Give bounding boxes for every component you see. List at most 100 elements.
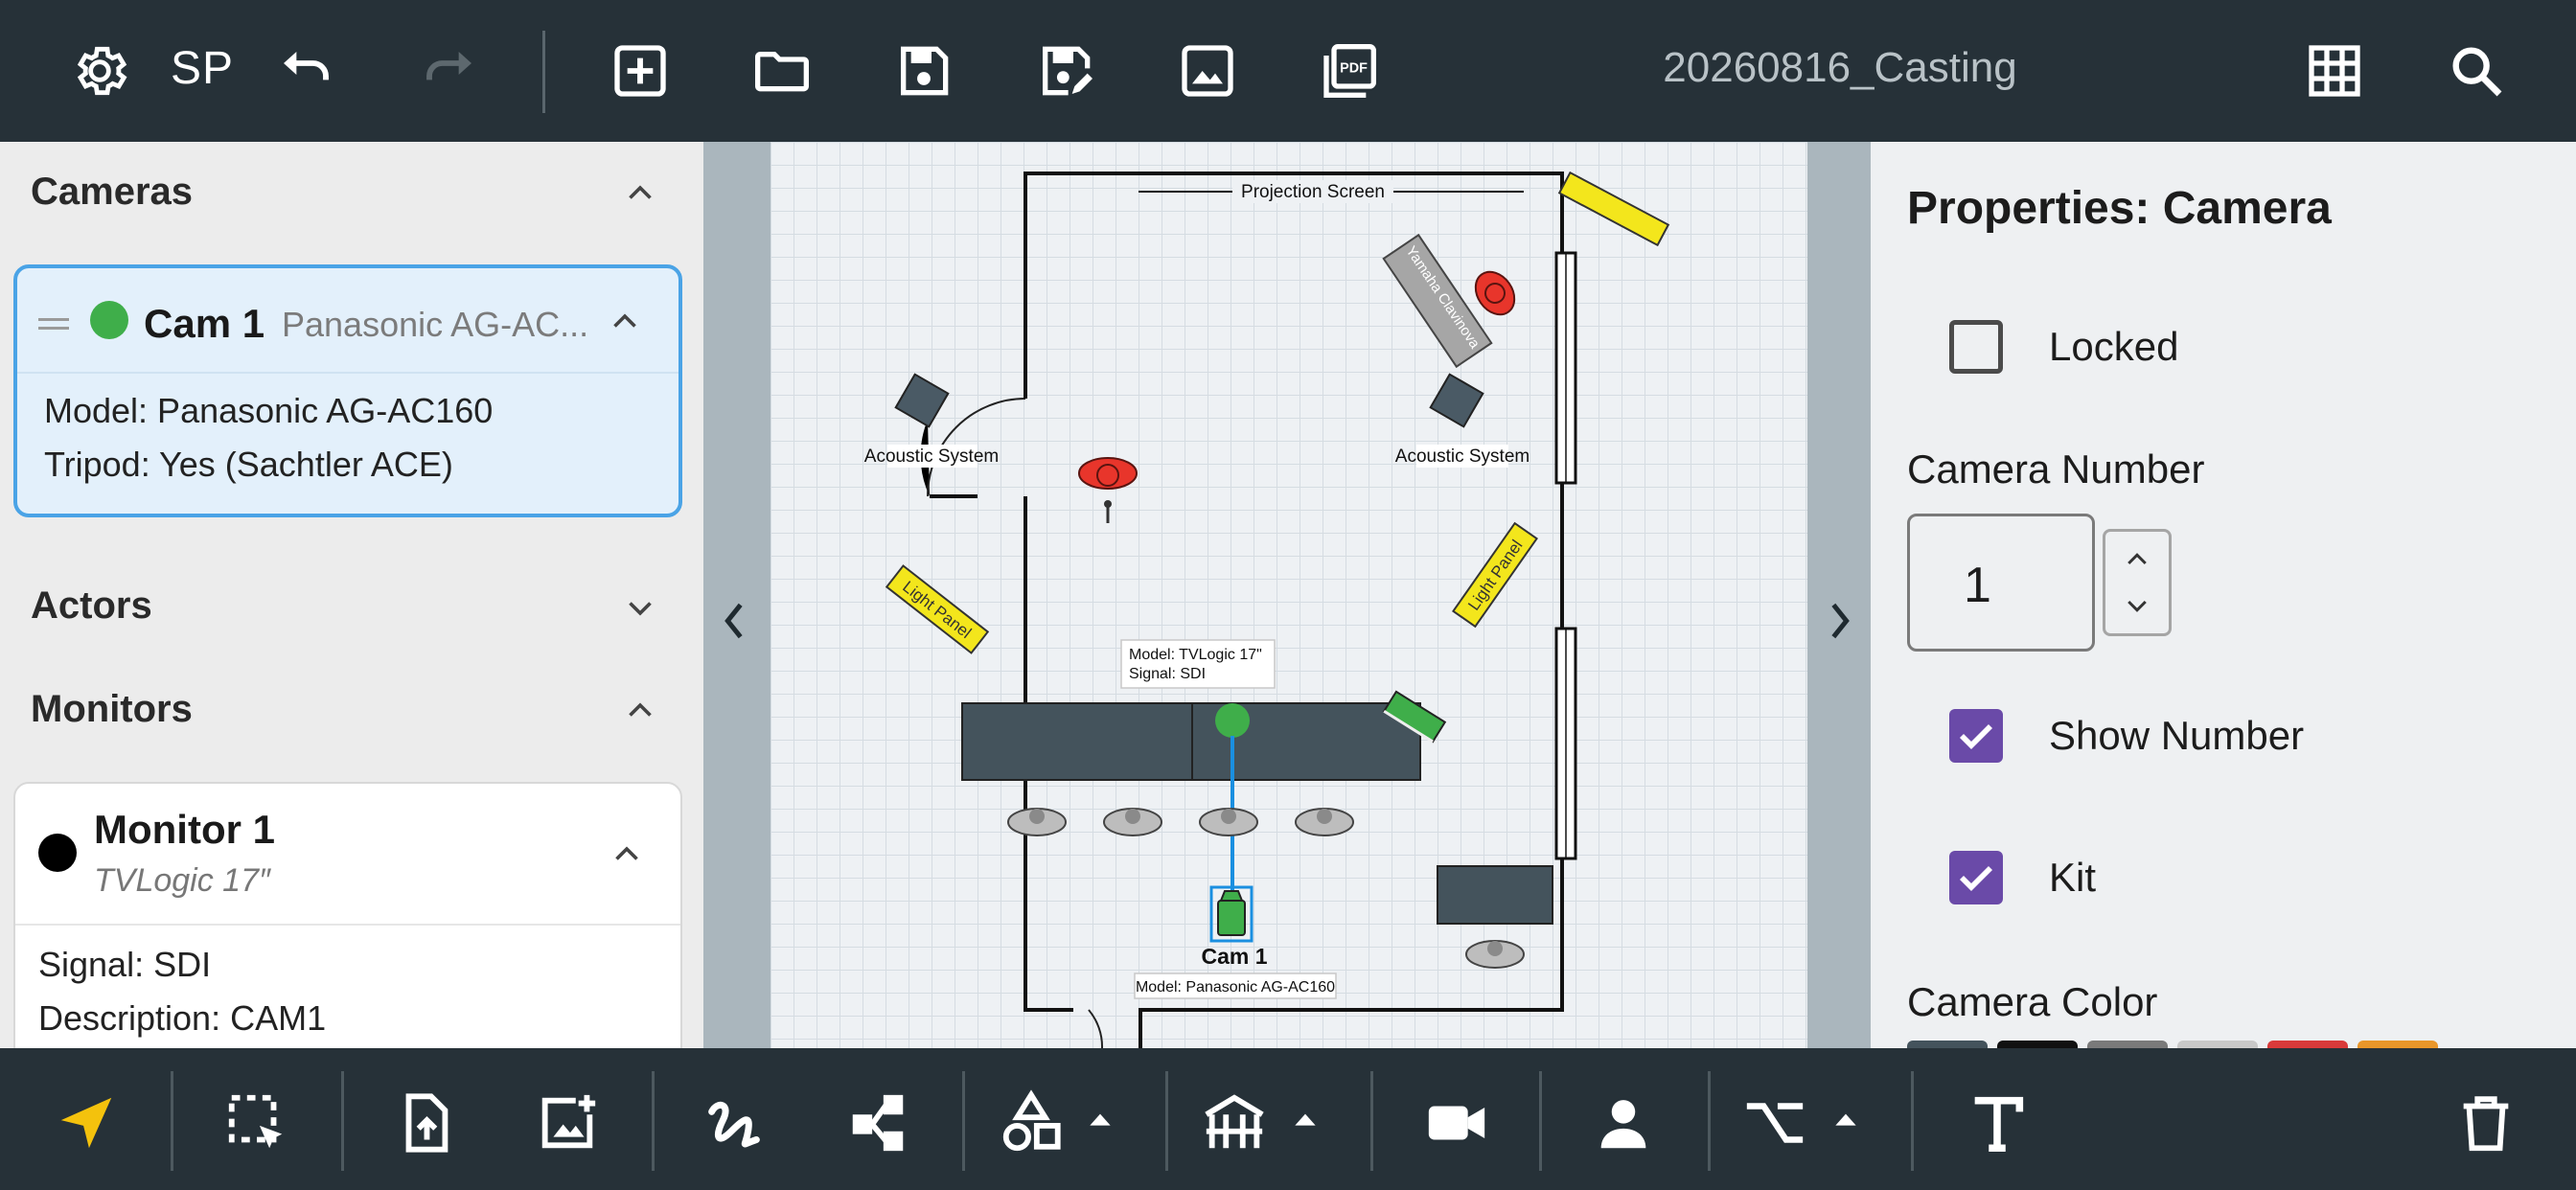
cameras-section-header[interactable]: Cameras [0,142,703,243]
show-number-label: Show Number [2049,713,2305,758]
light-panel-right[interactable]: Light Panel [1452,521,1538,629]
save-icon[interactable] [882,29,966,113]
text-icon[interactable] [1957,1083,2037,1163]
redo-icon[interactable] [406,29,491,113]
caret-up-icon[interactable] [1830,1108,1861,1131]
marquee-select-icon[interactable] [217,1083,297,1163]
add-image-icon[interactable] [527,1083,608,1163]
camera-number-input[interactable]: 1 [1907,514,2095,652]
spotlight-center[interactable] [1078,457,1138,490]
floorplan-grid: Projection Screen Yamaha Clavinova Acous… [770,142,1807,1048]
left-sidebar: Cameras Cam 1 Panasonic AG-AC... Model: … [0,142,703,1048]
drag-handle-icon[interactable] [38,318,69,332]
camera-name: Cam 1 [144,301,265,346]
camera-tripod-line: Tripod: Yes (Sachtler ACE) [44,445,453,484]
caret-up-icon[interactable] [1085,1108,1116,1131]
chevron-right-icon[interactable] [1821,592,1859,650]
camera-card[interactable]: Cam 1 Panasonic AG-AC... Model: Panasoni… [13,264,682,517]
color-swatch[interactable] [2087,1041,2168,1048]
chevron-left-icon[interactable] [715,592,753,650]
projection-screen-label: Projection Screen [1241,182,1385,202]
person-icon[interactable] [1583,1083,1664,1163]
chevron-up-icon[interactable] [623,176,657,211]
monitor-card[interactable]: Monitor 1 TVLogic 17″ Signal: SDI Descri… [13,782,682,1048]
structure-icon[interactable] [1194,1083,1275,1163]
camera-icon[interactable] [1416,1083,1497,1163]
chevron-down-icon[interactable] [623,590,657,625]
pointer-icon[interactable] [46,1083,126,1163]
kit-checkbox[interactable] [1949,851,2003,904]
camera-color-label: Camera Color [1907,979,2158,1024]
locked-checkbox[interactable] [1949,320,2003,374]
color-swatch[interactable] [1907,1041,1988,1048]
camera-target-point[interactable] [1215,703,1250,738]
cameras-section-title: Cameras [31,171,194,213]
color-swatch[interactable] [1997,1041,2078,1048]
desk-small[interactable] [1437,865,1553,925]
stool[interactable] [1103,808,1162,836]
camera-number-stepper[interactable] [2103,529,2172,636]
grid-icon[interactable] [2292,29,2377,113]
color-swatch[interactable] [2267,1041,2348,1048]
shapes-icon[interactable] [991,1083,1071,1163]
chevron-down-icon[interactable] [2123,595,2151,618]
camera-number-label: Camera Number [1907,446,2205,492]
toolbar-divider [542,31,545,113]
checkmark-icon [1959,865,1993,892]
light-bar[interactable] [1557,171,1670,247]
chevron-up-icon[interactable] [608,305,642,339]
floorplan-canvas[interactable]: Projection Screen Yamaha Clavinova Acous… [703,142,1871,1048]
acoustic-right-label: Acoustic System [1395,446,1530,467]
acoustic-speaker-right[interactable] [1429,373,1484,428]
gear-icon[interactable] [58,29,142,113]
user-initials[interactable]: SP [171,42,234,95]
light-panel-left[interactable]: Light Panel [885,564,990,654]
actors-section-header[interactable]: Actors [0,556,703,657]
search-icon[interactable] [2434,29,2518,113]
path-icon[interactable] [1735,1083,1815,1163]
caret-up-icon[interactable] [1290,1108,1321,1131]
acoustic-left-label: Acoustic System [864,446,999,467]
trash-icon[interactable] [2446,1083,2526,1163]
camera-device[interactable] [1209,885,1254,943]
folder-icon[interactable] [740,29,824,113]
document-title[interactable]: 20260816_Casting [1591,44,2089,92]
color-swatch[interactable] [2177,1041,2258,1048]
actors-section-title: Actors [31,584,152,627]
monitor-tooltip-model: Model: TVLogic 17" [1129,647,1262,663]
connector-icon[interactable] [838,1083,918,1163]
piano[interactable]: Yamaha Clavinova [1382,233,1493,369]
acoustic-speaker-left[interactable] [894,373,950,428]
stool[interactable] [1199,808,1258,836]
monitor-model: TVLogic 17″ [94,862,271,899]
stool[interactable] [1007,808,1067,836]
chevron-up-icon[interactable] [623,694,657,728]
freehand-icon[interactable] [694,1083,774,1163]
import-file-icon[interactable] [385,1083,466,1163]
monitors-section-header[interactable]: Monitors [0,659,703,761]
add-icon[interactable] [598,29,682,113]
light-panel-right-label: Light Panel [1464,537,1526,614]
pdf-export-icon[interactable]: PDF [1307,29,1392,113]
image-export-icon[interactable] [1165,29,1250,113]
undo-icon[interactable] [264,29,349,113]
chevron-up-icon[interactable] [2123,547,2151,570]
camera-number-value: 1 [1964,558,1991,613]
save-as-icon[interactable] [1024,29,1108,113]
kit-label: Kit [2049,855,2097,900]
spotlight[interactable] [1467,264,1522,322]
show-number-checkbox[interactable] [1949,709,2003,763]
color-swatch[interactable] [2358,1041,2438,1048]
monitor-description-line: Description: CAM1 [38,998,327,1038]
properties-title: Properties: Camera [1907,183,2332,234]
light-panel-left-label: Light Panel [899,578,975,642]
monitor-status-dot [38,834,77,872]
door-swing [1088,1009,1104,1048]
monitor-signal-line: Signal: SDI [38,945,212,984]
stool[interactable] [1465,940,1525,969]
camera-label: Cam 1 [1201,944,1267,969]
chevron-up-icon[interactable] [610,837,644,872]
properties-panel: Properties: Camera Locked Camera Number … [1871,142,2576,1048]
microphone-icon[interactable] [1104,500,1112,523]
stool[interactable] [1295,808,1354,836]
